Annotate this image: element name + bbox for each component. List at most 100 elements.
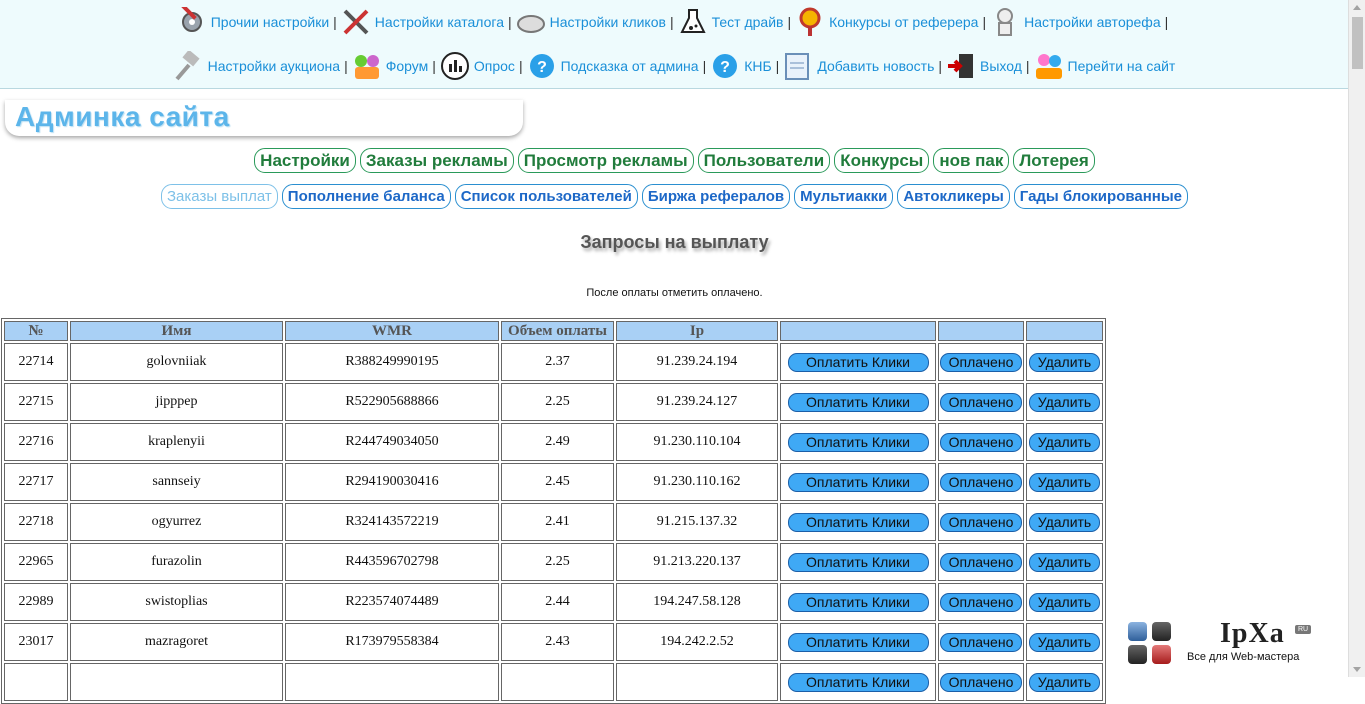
pay-clicks-button[interactable]: Оплатить Клики [787, 352, 929, 372]
logo-square-icon [1152, 622, 1171, 641]
pay-clicks-button[interactable]: Оплатить Клики [787, 392, 929, 412]
cell-name: kraplenyii [70, 423, 283, 461]
nav-item-nav_row2-8[interactable]: Перейти на сайт [1034, 51, 1176, 81]
nav-item-nav_row2-1[interactable]: Настройки аукциона [174, 51, 340, 81]
pay-clicks-button[interactable]: Оплатить Клики [787, 592, 929, 612]
tab-main_tabs-2[interactable]: Заказы рекламы [359, 148, 514, 173]
robot-icon[interactable] [990, 7, 1020, 37]
nav-item-nav_row2-2[interactable]: Форум [352, 51, 429, 81]
nav-item-nav_row2-6[interactable]: Добавить новость [783, 51, 934, 81]
nav-item-nav_row1-5[interactable]: Конкурсы от реферера [795, 7, 978, 37]
delete-button[interactable]: Удалить [1028, 552, 1101, 572]
flask-icon[interactable] [678, 7, 708, 37]
mark-paid-button[interactable]: Оплачено [939, 392, 1023, 412]
mouse-icon[interactable] [516, 7, 546, 37]
help-question-icon[interactable]: ? [527, 51, 557, 81]
nav-link[interactable]: Тест драйв [712, 14, 784, 30]
hammer-wrench-icon[interactable] [341, 7, 371, 37]
tab-main_tabs-5[interactable]: Конкурсы [834, 148, 930, 173]
nav-item-nav_row1-6[interactable]: Настройки автoрефа [990, 7, 1161, 37]
nav-link[interactable]: Конкурсы от реферера [829, 14, 978, 30]
nav-item-nav_row2-4[interactable]: ? Подсказка от админа [527, 51, 699, 81]
tools-gear-icon[interactable] [177, 7, 207, 37]
table-row: 23017 mazragoret R173979558384 2.43 194.242.… [4, 623, 1103, 661]
tab-sub_tabs-1[interactable]: Заказы выплат [160, 184, 278, 209]
mark-paid-button[interactable]: Оплачено [939, 672, 1023, 692]
mark-paid-button[interactable]: Оплачено [939, 592, 1023, 612]
cell-wmr: R244749034050 [285, 423, 499, 461]
cell-action: Оплачено [938, 583, 1024, 621]
nav-item-nav_row2-3[interactable]: Опрос [440, 51, 515, 81]
gavel-icon[interactable] [174, 51, 204, 81]
pay-clicks-button[interactable]: Оплатить Клики [787, 632, 929, 652]
pay-clicks-button[interactable]: Оплатить Клики [787, 512, 929, 532]
cell-amount: 2.43 [501, 623, 614, 661]
tab-main_tabs-6[interactable]: нов пак [933, 148, 1010, 173]
mark-paid-button[interactable]: Оплачено [939, 512, 1023, 532]
nav-item-nav_row1-3[interactable]: Настройки кликов [516, 7, 666, 37]
nav-link[interactable]: Перейти на сайт [1068, 58, 1176, 74]
exit-door-icon[interactable] [946, 51, 976, 81]
nav-link[interactable]: Настройки кликов [550, 14, 666, 30]
mark-paid-button[interactable]: Оплачено [939, 432, 1023, 452]
mark-paid-button[interactable]: Оплачено [939, 472, 1023, 492]
pay-clicks-button[interactable]: Оплатить Клики [787, 472, 929, 492]
scroll-down-icon[interactable] [1353, 667, 1361, 672]
nav-link[interactable]: Выход [980, 58, 1022, 74]
cell-action: Удалить [1026, 343, 1103, 381]
delete-button[interactable]: Удалить [1028, 592, 1101, 612]
scroll-thumb[interactable] [1352, 17, 1363, 69]
nav-item-nav_row2-5[interactable]: ? КНБ [710, 51, 772, 81]
delete-button[interactable]: Удалить [1028, 512, 1101, 532]
nav-link[interactable]: Настройки каталога [375, 14, 504, 30]
cell-action: Удалить [1026, 623, 1103, 661]
tab-main_tabs-4[interactable]: Пользователи [697, 148, 831, 173]
nav-link[interactable]: Форум [386, 58, 429, 74]
nav-item-nav_row1-4[interactable]: Тест драйв [678, 7, 784, 37]
vertical-scrollbar[interactable] [1348, 0, 1365, 677]
table-row: 22718 ogyurrez R324143572219 2.41 91.215.137… [4, 503, 1103, 541]
nav-link[interactable]: Настройки автoрефа [1024, 14, 1161, 30]
nav-link[interactable]: Подсказка от админа [561, 58, 699, 74]
tab-main_tabs-7[interactable]: Лотерея [1013, 148, 1095, 173]
delete-button[interactable]: Удалить [1028, 392, 1101, 412]
mark-paid-button[interactable]: Оплачено [939, 552, 1023, 572]
medal-icon[interactable] [795, 7, 825, 37]
cell-amount: 2.45 [501, 463, 614, 501]
delete-button[interactable]: Удалить [1028, 672, 1101, 692]
nav-link[interactable]: КНБ [744, 58, 771, 74]
nav-item-nav_row1-2[interactable]: Настройки каталога [341, 7, 504, 37]
poll-chart-icon[interactable] [440, 51, 470, 81]
cell-name: swistoplias [70, 583, 283, 621]
pay-clicks-button[interactable]: Оплатить Клики [787, 432, 929, 452]
tab-sub_tabs-7[interactable]: Гады блокированные [1013, 184, 1188, 209]
delete-button[interactable]: Удалить [1028, 472, 1101, 492]
nav-link[interactable]: Прочии настройки [211, 14, 329, 30]
mark-paid-button[interactable]: Оплачено [939, 352, 1023, 372]
site-people-icon[interactable] [1034, 51, 1064, 81]
tab-sub_tabs-6[interactable]: Автокликеры [897, 184, 1010, 209]
delete-button[interactable]: Удалить [1028, 352, 1101, 372]
delete-button[interactable]: Удалить [1028, 432, 1101, 452]
help-question-icon[interactable]: ? [710, 51, 740, 81]
nav-item-nav_row1-1[interactable]: Прочии настройки [177, 7, 329, 37]
tab-sub_tabs-3[interactable]: Список пользователей [454, 184, 638, 209]
tab-sub_tabs-4[interactable]: Биржа рефералов [641, 184, 791, 209]
tab-sub_tabs-2[interactable]: Пополнение баланса [281, 184, 451, 209]
tab-sub_tabs-5[interactable]: Мультиакки [794, 184, 894, 209]
news-icon[interactable] [783, 51, 813, 81]
cell-id: 22718 [4, 503, 68, 541]
nav-link[interactable]: Опрос [474, 58, 515, 74]
nav-link[interactable]: Добавить новость [817, 58, 934, 74]
nav-link[interactable]: Настройки аукциона [208, 58, 340, 74]
tab-main_tabs-3[interactable]: Просмотр рекламы [517, 148, 694, 173]
ipxa-logo[interactable]: IpXa RU Все для Web-мастера [1125, 618, 1325, 673]
pay-clicks-button[interactable]: Оплатить Клики [787, 552, 929, 572]
scroll-up-icon[interactable] [1353, 5, 1361, 10]
delete-button[interactable]: Удалить [1028, 632, 1101, 652]
pay-clicks-button[interactable]: Оплатить Клики [787, 672, 929, 692]
tab-main_tabs-1[interactable]: Настройки [254, 148, 356, 173]
forum-people-icon[interactable] [352, 51, 382, 81]
mark-paid-button[interactable]: Оплачено [939, 632, 1023, 652]
nav-item-nav_row2-7[interactable]: Выход [946, 51, 1022, 81]
